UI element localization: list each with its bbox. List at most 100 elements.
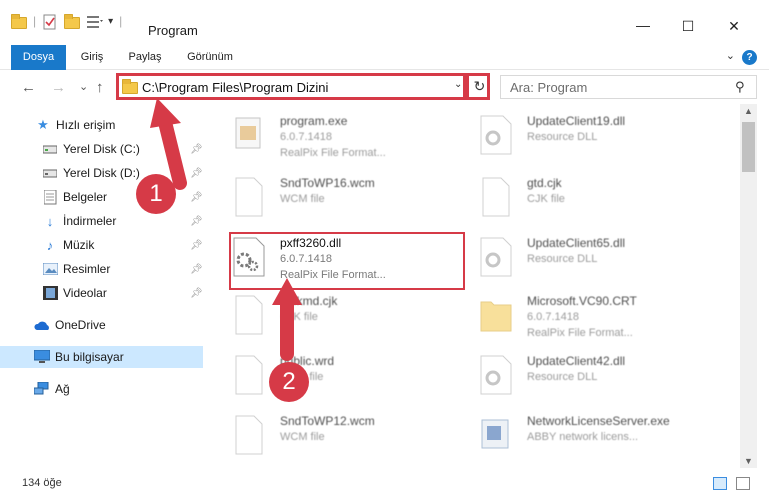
sidebar-item-music[interactable]: ♪ Müzik 📌︎ xyxy=(0,234,203,256)
documents-icon xyxy=(42,189,58,205)
scrollbar-thumb[interactable] xyxy=(742,122,755,172)
tab-home[interactable]: Giriş xyxy=(72,45,112,69)
file-name: UpdateClient42.dll xyxy=(527,354,626,368)
tab-view[interactable]: Görünüm xyxy=(180,45,240,69)
music-icon: ♪ xyxy=(46,237,54,253)
details-view-icon[interactable] xyxy=(713,477,727,490)
file-description: RealPix File Format... xyxy=(527,327,633,339)
sidebar-item-network[interactable]: Ağ xyxy=(0,378,203,400)
minimize-button[interactable]: — xyxy=(620,17,666,47)
file-name: program.exe xyxy=(280,114,348,128)
star-icon: ★ xyxy=(37,117,49,132)
back-button[interactable]: ← xyxy=(21,79,36,97)
forward-button[interactable]: → xyxy=(51,79,66,97)
file-type: WCM file xyxy=(280,431,325,443)
file-name: SndToWP16.wcm xyxy=(280,176,375,190)
list-item[interactable]: public.wrd WRD file xyxy=(232,352,472,404)
sidebar-item-label: Müzik xyxy=(63,238,95,252)
list-item[interactable]: SndToWP16.wcm WCM file xyxy=(232,174,472,226)
file-type: CJK file xyxy=(527,193,565,205)
exe-icon xyxy=(232,114,266,156)
ribbon-expand-icon[interactable]: ⌄ xyxy=(726,49,735,62)
sidebar-item-pictures[interactable]: Resimler 📌︎ xyxy=(0,258,203,280)
item-count: 134 öğe xyxy=(22,477,62,489)
list-item[interactable]: gbfkmd.cjk CJK file xyxy=(232,292,472,344)
folder-icon xyxy=(479,294,513,336)
drive-icon xyxy=(42,141,58,157)
file-name: NetworkLicenseServer.exe xyxy=(527,414,670,428)
up-button[interactable]: ↑ xyxy=(96,79,104,97)
cloud-icon xyxy=(34,317,50,333)
sidebar-item-quick-access[interactable]: ★ Hızlı erişim xyxy=(0,114,203,136)
step-1-badge: 1 xyxy=(136,174,176,214)
pin-icon[interactable]: 📌︎ xyxy=(190,192,203,203)
network-icon xyxy=(34,381,50,397)
list-item[interactable]: program.exe 6.0.7.1418 RealPix File Form… xyxy=(232,112,472,164)
search-placeholder: Ara: Program xyxy=(510,80,588,95)
file-name: UpdateClient19.dll xyxy=(527,114,626,128)
dll-icon xyxy=(479,114,513,156)
maximize-button[interactable]: ☐ xyxy=(665,18,711,48)
large-icons-view-icon[interactable] xyxy=(736,477,750,490)
pin-icon[interactable]: 📌︎ xyxy=(190,264,203,275)
title-bar: | ▾ | Program — ☐ ✕ xyxy=(0,0,769,44)
recent-locations-button[interactable]: ⌄ xyxy=(79,78,88,96)
pin-icon[interactable]: 📌︎ xyxy=(190,168,203,179)
pictures-icon xyxy=(42,261,58,277)
close-button[interactable]: ✕ xyxy=(711,18,757,48)
file-icon xyxy=(232,414,266,456)
sidebar-item-local-disk-d[interactable]: Yerel Disk (D:) 📌︎ xyxy=(0,162,203,184)
sidebar-item-this-pc[interactable]: Bu bilgisayar xyxy=(0,346,203,368)
computer-icon xyxy=(34,349,50,365)
sidebar-item-label: Videolar xyxy=(63,286,107,300)
properties-icon[interactable] xyxy=(42,14,58,30)
tab-share[interactable]: Paylaş xyxy=(123,45,167,69)
sidebar-item-label: OneDrive xyxy=(55,318,106,332)
quick-access-toolbar: | ▾ | xyxy=(8,12,122,30)
file-icon xyxy=(479,176,513,218)
list-item[interactable]: SndToWP12.wcm WCM file xyxy=(232,412,472,464)
list-item[interactable]: NetworkLicenseServer.exe ABBY network li… xyxy=(479,412,719,464)
window-title: Program xyxy=(148,23,198,38)
sidebar-item-local-disk-c[interactable]: Yerel Disk (C:) 📌︎ xyxy=(0,138,203,160)
target-file-highlight-box xyxy=(229,232,465,290)
help-icon[interactable]: ? xyxy=(742,50,757,65)
sidebar-item-label: Bu bilgisayar xyxy=(55,350,124,364)
scroll-down-icon[interactable]: ▼ xyxy=(744,456,753,466)
list-item[interactable]: Microsoft.VC90.CRT 6.0.7.1418 RealPix Fi… xyxy=(479,292,719,344)
separator: | xyxy=(119,14,123,28)
sidebar-item-label: İndirmeler xyxy=(63,214,117,228)
search-icon[interactable]: ⚲ xyxy=(735,79,745,95)
list-item[interactable]: gtd.cjk CJK file xyxy=(479,174,719,226)
file-name: Microsoft.VC90.CRT xyxy=(527,294,637,308)
sidebar-item-label: Resimler xyxy=(63,262,111,276)
customize-quick-access-icon[interactable]: ▾ xyxy=(108,16,113,27)
sidebar-item-label: Ağ xyxy=(55,382,70,396)
list-item[interactable]: UpdateClient19.dll Resource DLL xyxy=(479,112,719,164)
scroll-up-icon[interactable]: ▲ xyxy=(744,106,753,116)
file-description: ABBY network licens... xyxy=(527,431,639,443)
list-item[interactable]: UpdateClient42.dll Resource DLL xyxy=(479,352,719,404)
app-icon xyxy=(479,414,513,456)
pin-icon[interactable]: 📌︎ xyxy=(190,216,203,227)
view-options-icon[interactable] xyxy=(86,14,104,28)
sidebar-item-label: Hızlı erişim xyxy=(56,118,116,132)
refresh-highlight-box xyxy=(466,73,490,100)
pin-icon[interactable]: 📌︎ xyxy=(190,288,203,299)
dll-icon xyxy=(479,354,513,396)
navigation-pane: ★ Hızlı erişim Yerel Disk (C:) 📌︎ Yerel … xyxy=(0,104,207,468)
ribbon-tabs: Dosya Giriş Paylaş Görünüm ⌄ ? xyxy=(0,45,769,97)
sidebar-item-label: Belgeler xyxy=(63,190,108,204)
pin-icon[interactable]: 📌︎ xyxy=(190,240,203,251)
sidebar-item-onedrive[interactable]: OneDrive xyxy=(0,314,203,336)
status-bar xyxy=(0,470,769,503)
list-item[interactable]: UpdateClient65.dll Resource DLL xyxy=(479,234,719,286)
folder-icon xyxy=(11,14,27,29)
sidebar-item-downloads[interactable]: ↓ İndirmeler 📌︎ xyxy=(0,210,203,232)
address-highlight-box xyxy=(116,73,466,100)
file-type: Resource DLL xyxy=(527,131,598,143)
file-name: gtd.cjk xyxy=(527,176,562,190)
pin-icon[interactable]: 📌︎ xyxy=(190,144,203,155)
sidebar-item-videos[interactable]: Videolar 📌︎ xyxy=(0,282,203,304)
new-folder-icon[interactable] xyxy=(64,14,81,29)
